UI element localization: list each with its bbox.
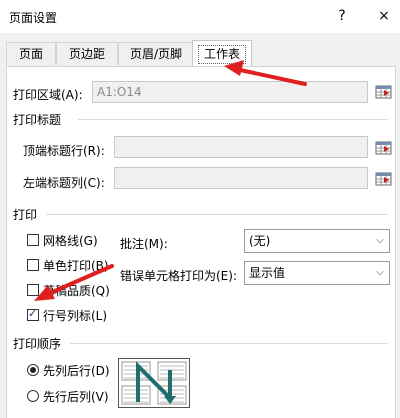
red-arrow-to-sheet-tab [224,60,307,86]
annotation-arrows [34,60,307,301]
red-arrow-to-headings-checkbox [34,264,114,301]
